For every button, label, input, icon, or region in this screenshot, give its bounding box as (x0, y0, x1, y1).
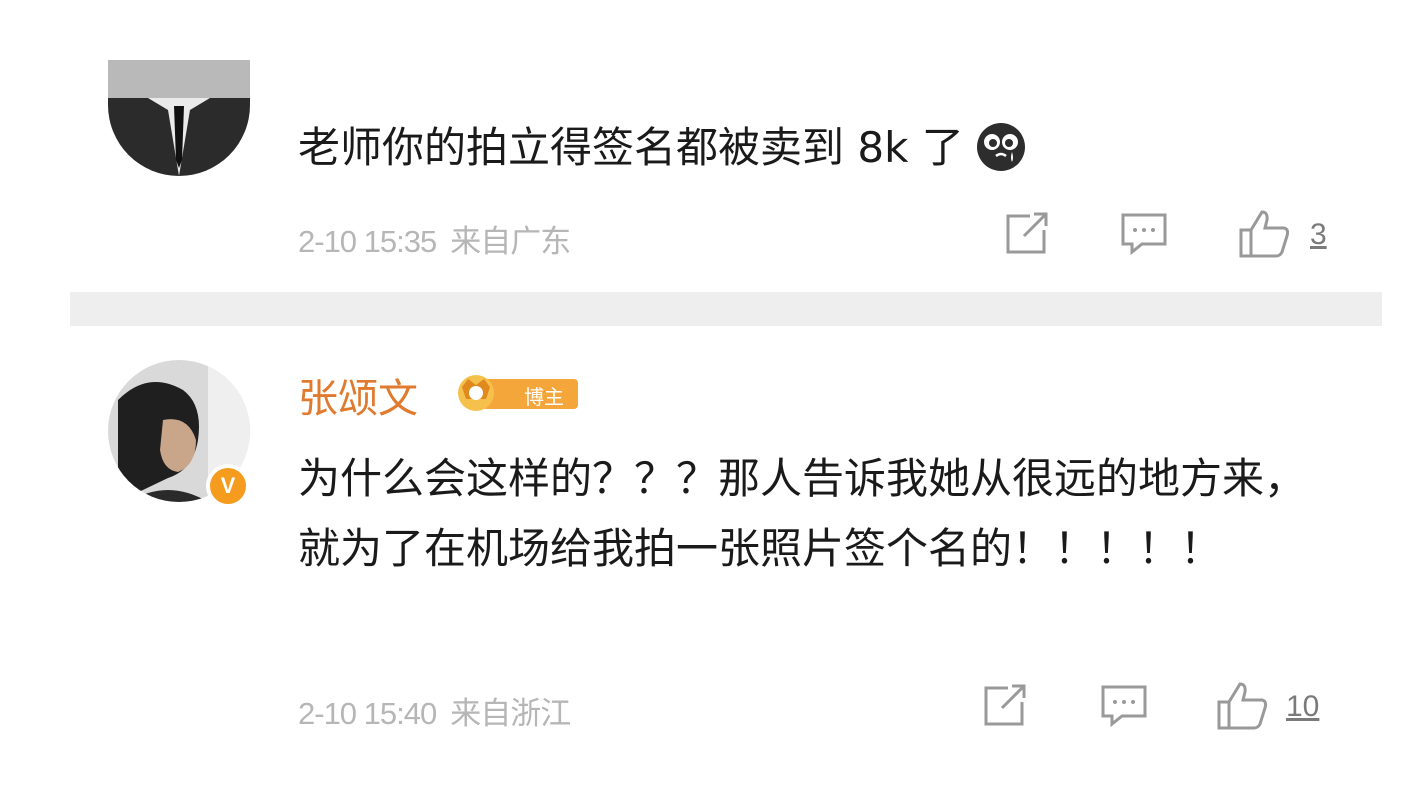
comment-text: 老师你的拍立得签名都被卖到 8k 了 (298, 120, 1026, 176)
avatar[interactable] (108, 60, 250, 176)
comment-location: 来自广东 (450, 224, 571, 259)
comment-icon[interactable] (1100, 684, 1148, 728)
comment-text-content: 老师你的拍立得签名都被卖到 8k 了 (298, 123, 964, 172)
comment-meta: 2-10 15:40 来自浙江 (298, 688, 571, 733)
crying-face-emoji-icon (976, 122, 1026, 172)
comment-icon[interactable] (1120, 212, 1168, 256)
share-icon[interactable] (1004, 212, 1050, 256)
comment-location: 来自浙江 (450, 696, 571, 731)
verified-v-icon: V (206, 464, 250, 508)
like-count[interactable]: 10 (1286, 690, 1319, 724)
divider (70, 292, 1382, 326)
comment-item: 老师你的拍立得签名都被卖到 8k 了 2-10 15:35 来自广东 3 (0, 0, 1410, 292)
badge-label: 博主 (524, 385, 564, 409)
blogger-badge: 博主 (452, 373, 580, 413)
thumbs-up-icon[interactable] (1238, 208, 1292, 260)
share-icon[interactable] (982, 684, 1028, 728)
thumbs-up-icon[interactable] (1216, 680, 1270, 732)
username[interactable]: 张颂文 (298, 366, 418, 424)
comment-meta: 2-10 15:35 来自广东 (298, 216, 571, 261)
like-count[interactable]: 3 (1310, 218, 1327, 252)
comment-time: 2-10 15:40 (298, 696, 437, 731)
comment-time: 2-10 15:35 (298, 224, 437, 259)
comment-text: 为什么会这样的？？？那人告诉我她从很远的地方来，就为了在机场给我拍一张照片签个名… (298, 454, 1307, 573)
